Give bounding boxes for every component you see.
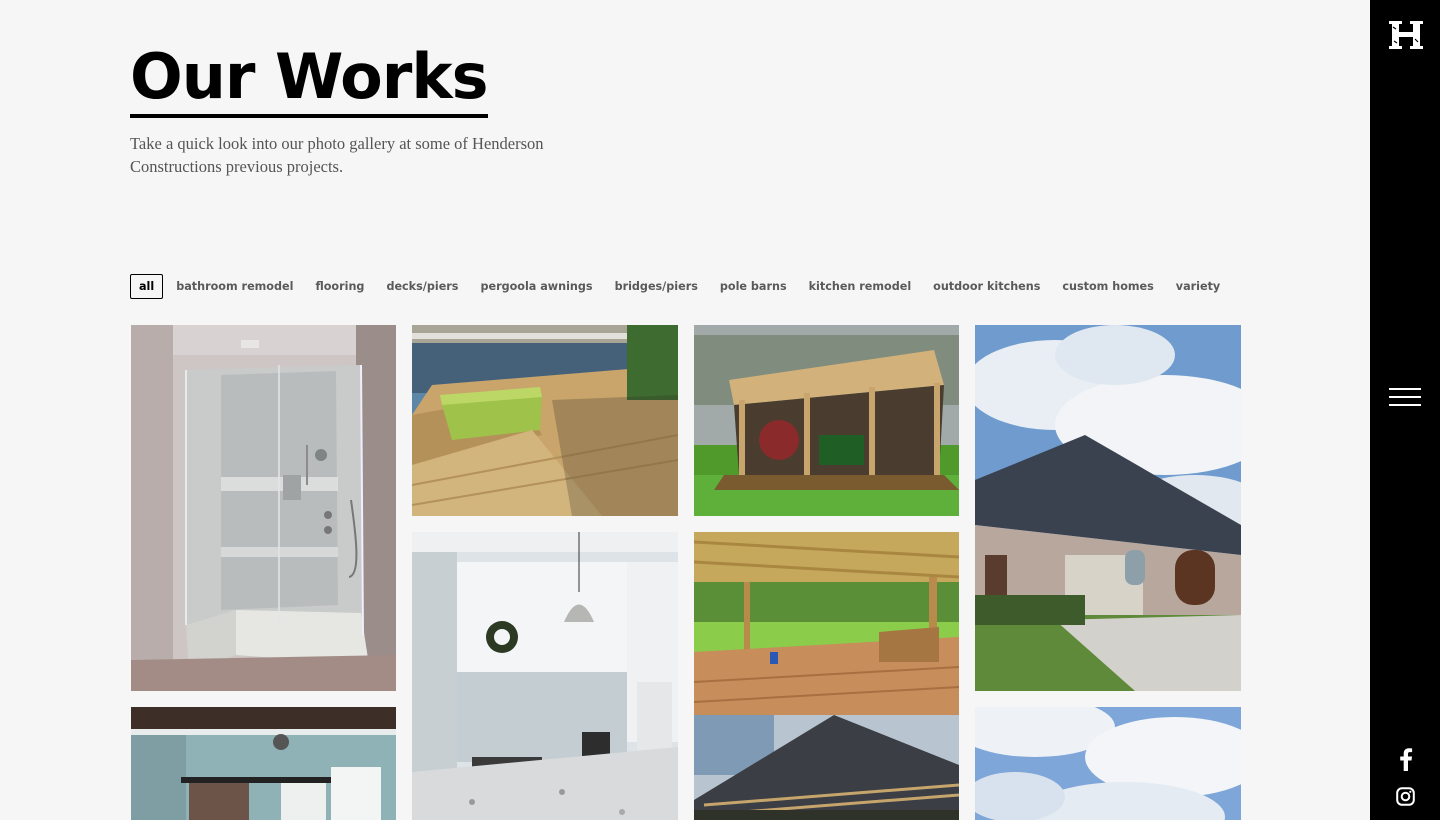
filter-variety[interactable]: variety bbox=[1176, 274, 1220, 299]
filter-outdoor-kitchens[interactable]: outdoor kitchens bbox=[933, 274, 1040, 299]
filter-bathroom-remodel[interactable]: bathroom remodel bbox=[176, 274, 293, 299]
side-navigation-bar bbox=[1370, 0, 1440, 820]
gallery-photo-cloudy-sky[interactable] bbox=[975, 707, 1241, 820]
gallery-photo-bedroom-barn-door[interactable] bbox=[131, 707, 396, 820]
filter-pergoola-awnings[interactable]: pergoola awnings bbox=[480, 274, 592, 299]
gallery-filter-bar: all bathroom remodel flooring decks/pier… bbox=[130, 274, 1242, 299]
filter-kitchen-remodel[interactable]: kitchen remodel bbox=[809, 274, 912, 299]
gallery-photo-pole-barn[interactable] bbox=[694, 325, 959, 516]
gallery-photo-brick-custom-home[interactable] bbox=[975, 325, 1241, 691]
filter-decks-piers[interactable]: decks/piers bbox=[386, 274, 458, 299]
filter-flooring[interactable]: flooring bbox=[315, 274, 364, 299]
photo-gallery bbox=[130, 324, 1241, 820]
filter-bridges-piers[interactable]: bridges/piers bbox=[615, 274, 698, 299]
filter-pole-barns[interactable]: pole barns bbox=[720, 274, 787, 299]
facebook-icon[interactable] bbox=[1395, 747, 1415, 771]
filter-all[interactable]: all bbox=[130, 274, 164, 299]
gallery-photo-walk-in-shower[interactable] bbox=[131, 325, 396, 691]
menu-icon[interactable] bbox=[1389, 388, 1421, 406]
gallery-photo-pergola-roof[interactable] bbox=[694, 715, 959, 820]
gallery-photo-white-kitchen[interactable] bbox=[412, 532, 678, 820]
gallery-photo-lake-pier-deck[interactable] bbox=[412, 325, 678, 516]
instagram-icon[interactable] bbox=[1396, 787, 1415, 806]
filter-custom-homes[interactable]: custom homes bbox=[1062, 274, 1153, 299]
gallery-photo-covered-deck[interactable] bbox=[694, 532, 959, 715]
page-title: Our Works bbox=[130, 40, 488, 118]
page-intro: Take a quick look into our photo gallery… bbox=[130, 134, 544, 176]
henderson-logo[interactable] bbox=[1387, 19, 1425, 51]
